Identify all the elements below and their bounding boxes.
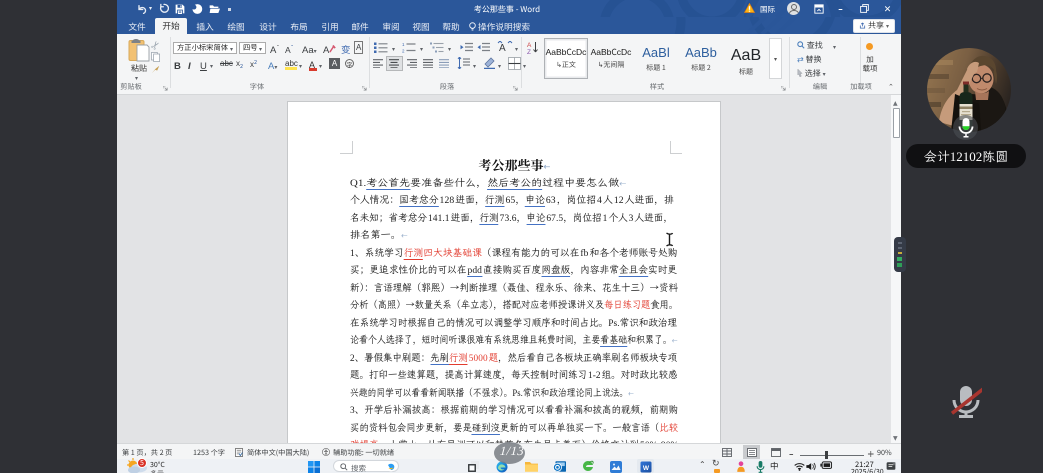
svg-text:W: W <box>643 464 650 471</box>
svg-text:Z: Z <box>527 49 531 54</box>
svg-text:A: A <box>499 43 506 53</box>
svg-text:A: A <box>527 42 532 49</box>
svg-text:1: 1 <box>402 42 405 47</box>
svg-text:2: 2 <box>402 49 405 54</box>
